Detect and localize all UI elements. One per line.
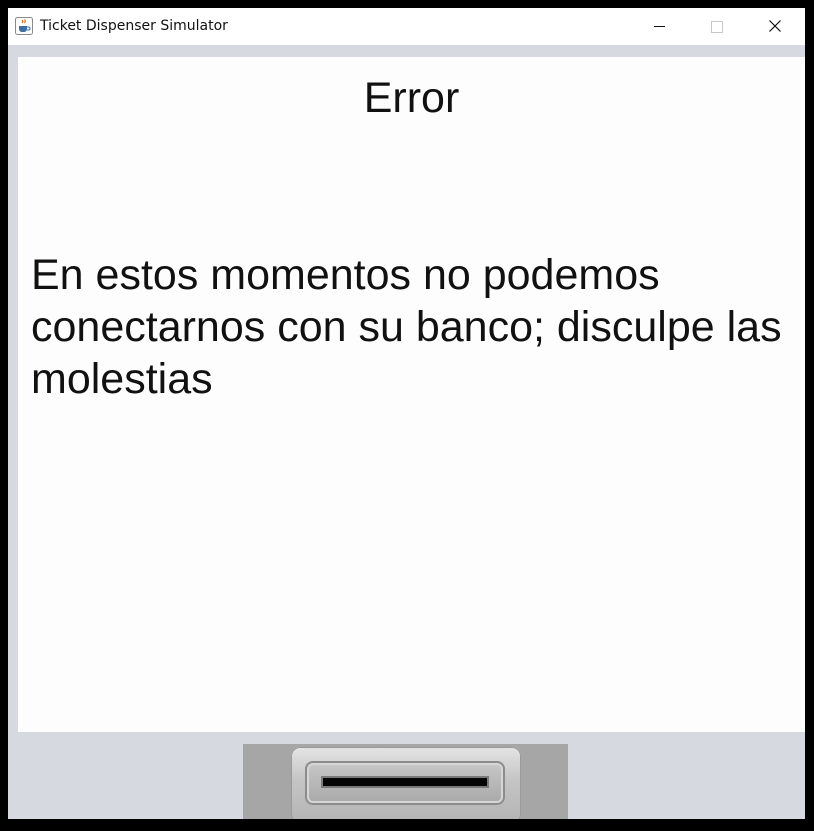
dispenser-screen: Error En estos momentos no podemos conec…: [18, 57, 805, 732]
card-slot-bezel: [305, 761, 505, 805]
close-button[interactable]: [746, 8, 804, 45]
card-slot-opening: [321, 776, 489, 788]
window-title: Ticket Dispenser Simulator: [40, 18, 228, 34]
card-slot-panel: [243, 744, 568, 819]
error-title: Error: [363, 74, 460, 122]
title-bar[interactable]: Ticket Dispenser Simulator: [8, 8, 805, 45]
card-slot[interactable]: [291, 747, 521, 819]
close-icon: [769, 20, 781, 32]
maximize-icon: [711, 21, 723, 33]
error-message: En estos momentos no podemos conectarnos…: [31, 251, 782, 403]
minimize-icon: [654, 26, 665, 27]
minimize-button[interactable]: [630, 8, 688, 45]
java-cup-icon: [15, 17, 33, 35]
maximize-button[interactable]: [688, 8, 746, 45]
application-window: Ticket Dispenser Simulator Error En esto…: [8, 8, 805, 819]
